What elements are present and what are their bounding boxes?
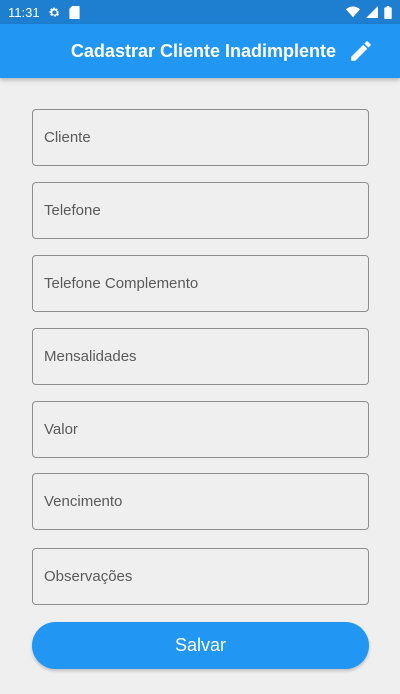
mensalidades-field-label: Mensalidades (44, 348, 137, 365)
wifi-icon (346, 6, 360, 18)
mensalidades-field[interactable]: Mensalidades (32, 328, 369, 385)
vencimento-field-label: Vencimento (44, 493, 123, 510)
sim-card-icon (68, 5, 80, 19)
settings-icon (48, 6, 61, 19)
status-bar: 11:31 (0, 0, 400, 24)
observacoes-field-label: Observações (44, 568, 133, 585)
telefone-complemento-field-label: Telefone Complemento (44, 275, 199, 292)
page-title: Cadastrar Cliente Inadimplente (70, 40, 336, 61)
app-bar: Cadastrar Cliente Inadimplente (0, 24, 400, 78)
observacoes-field[interactable]: Observações (32, 548, 369, 605)
cliente-field-label: Cliente (44, 129, 91, 146)
telefone-field-label: Telefone (44, 202, 101, 219)
battery-icon (384, 5, 392, 19)
telefone-complemento-field[interactable]: Telefone Complemento (32, 255, 369, 312)
cliente-field[interactable]: Cliente (32, 109, 369, 166)
status-time: 11:31 (8, 4, 40, 20)
valor-field-label: Valor (44, 421, 78, 438)
signal-icon (366, 6, 378, 18)
edit-icon[interactable] (348, 38, 374, 64)
telefone-field[interactable]: Telefone (32, 182, 369, 239)
save-button[interactable]: Salvar (32, 622, 369, 669)
vencimento-field[interactable]: Vencimento (32, 473, 369, 530)
valor-field[interactable]: Valor (32, 401, 369, 458)
